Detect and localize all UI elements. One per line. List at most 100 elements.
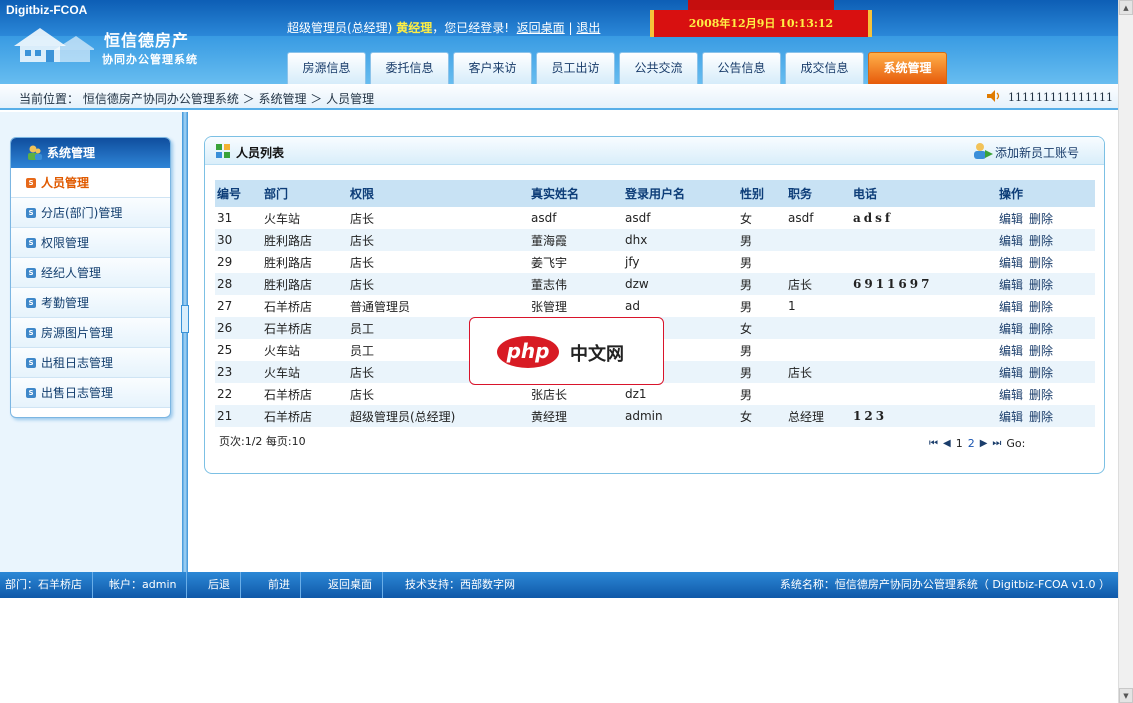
cell-role: 店长 <box>348 229 529 251</box>
footer-support: 技术支持：西部数字网 <box>405 578 515 591</box>
delete-link[interactable]: 删除 <box>1029 256 1053 270</box>
sidebar-item-rent-logs[interactable]: S 出租日志管理 <box>11 348 170 378</box>
edit-link[interactable]: 编辑 <box>999 278 1023 292</box>
add-user-icon[interactable] <box>973 142 993 160</box>
php-cn-watermark: php 中文网 <box>469 317 664 385</box>
delete-link[interactable]: 删除 <box>1029 278 1053 292</box>
sidebar-item-permissions[interactable]: S 权限管理 <box>11 228 170 258</box>
edit-link[interactable]: 编辑 <box>999 388 1023 402</box>
cell-actions: 编辑 删除 <box>997 361 1095 383</box>
scroll-up-icon[interactable]: ▲ <box>1119 0 1133 15</box>
forward-button[interactable]: 前进 <box>258 572 301 598</box>
footer-account: 帐户：admin <box>99 572 188 598</box>
edit-link[interactable]: 编辑 <box>999 300 1023 314</box>
col-id[interactable]: 编号 <box>215 180 262 207</box>
cell-sex: 男 <box>740 255 753 270</box>
cell-phone: 123 <box>851 405 997 427</box>
bullet-icon: S <box>26 298 36 308</box>
col-dept[interactable]: 部门 <box>262 180 348 207</box>
prev-page-icon[interactable]: ◀ <box>943 438 951 449</box>
delete-link[interactable]: 删除 <box>1029 322 1053 336</box>
first-page-icon[interactable]: ⏮ <box>929 438 938 449</box>
cell-id: 26 <box>215 317 262 339</box>
cell-actions: 编辑 删除 <box>997 383 1095 405</box>
sidebar-item-attendance[interactable]: S 考勤管理 <box>11 288 170 318</box>
col-title[interactable]: 职务 <box>786 180 851 207</box>
cell-real-name: 张店长 <box>531 387 568 402</box>
delete-link[interactable]: 删除 <box>1029 234 1053 248</box>
logout-link[interactable]: 退出 <box>576 21 600 35</box>
tab-announcements[interactable]: 公告信息 <box>702 52 781 84</box>
brand-code: Digitbiz-FCOA <box>6 3 88 17</box>
col-role[interactable]: 权限 <box>348 180 529 207</box>
cell-phone: 6911697 <box>851 273 997 295</box>
tab-staff-visits[interactable]: 员工出访 <box>536 52 615 84</box>
cell-actions: 编辑 删除 <box>997 339 1095 361</box>
edit-link[interactable]: 编辑 <box>999 234 1023 248</box>
sidebar-item-label: 权限管理 <box>41 236 90 250</box>
tab-client-visits[interactable]: 客户来访 <box>453 52 532 84</box>
sidebar-item-label: 考勤管理 <box>41 296 90 310</box>
status-bar: 部门：石羊桥店 帐户：admin 后退 前进 返回桌面 技术支持：西部数字网 系… <box>0 572 1118 598</box>
vertical-scrollbar[interactable]: ▲ ▼ <box>1118 0 1133 703</box>
tab-public-forum[interactable]: 公共交流 <box>619 52 698 84</box>
cell-title: 1 <box>788 299 796 313</box>
cell-phone <box>851 361 997 383</box>
sidebar-item-sale-logs[interactable]: S 出售日志管理 <box>11 378 170 408</box>
collapse-sidebar-handle[interactable] <box>181 305 189 333</box>
cell-dept: 石羊桥店 <box>264 299 313 314</box>
delete-link[interactable]: 删除 <box>1029 388 1053 402</box>
edit-link[interactable]: 编辑 <box>999 344 1023 358</box>
delete-link[interactable]: 删除 <box>1029 410 1053 424</box>
page-1: 1 <box>955 437 963 450</box>
edit-link[interactable]: 编辑 <box>999 410 1023 424</box>
next-page-icon[interactable]: ▶ <box>980 438 988 449</box>
edit-link[interactable]: 编辑 <box>999 212 1023 226</box>
cell-title: 店长 <box>786 273 851 295</box>
datetime-display: 2008年12月9日 10:13:12 <box>650 10 872 37</box>
sidebar-splitter[interactable] <box>182 112 188 572</box>
page-2-link[interactable]: 2 <box>968 437 975 450</box>
tab-system-management[interactable]: 系统管理 <box>868 52 947 84</box>
delete-link[interactable]: 删除 <box>1029 366 1053 380</box>
sidebar-title-label: 系统管理 <box>47 146 96 160</box>
back-button[interactable]: 后退 <box>198 572 241 598</box>
col-login[interactable]: 登录用户名 <box>623 180 738 207</box>
edit-link[interactable]: 编辑 <box>999 256 1023 270</box>
tab-entrust-info[interactable]: 委托信息 <box>370 52 449 84</box>
delete-link[interactable]: 删除 <box>1029 212 1053 226</box>
sidebar-item-branches[interactable]: S 分店(部门)管理 <box>11 198 170 228</box>
delete-link[interactable]: 删除 <box>1029 344 1053 358</box>
col-sex[interactable]: 性别 <box>738 180 786 207</box>
cell-actions: 编辑 删除 <box>997 229 1095 251</box>
go-to-page-label[interactable]: Go: <box>1006 437 1025 450</box>
scroll-down-icon[interactable]: ▼ <box>1119 688 1133 703</box>
cell-dept: 火车站 <box>264 211 301 226</box>
panel-title: 人员列表 <box>236 146 285 160</box>
footer-desktop-button[interactable]: 返回桌面 <box>318 572 383 598</box>
cell-real-name: 董海霞 <box>529 229 623 251</box>
cell-phone: adsf <box>853 211 894 225</box>
bullet-icon: S <box>26 238 36 248</box>
add-staff-account-link[interactable]: 添加新员工账号 <box>995 144 1079 161</box>
return-desktop-link[interactable]: 返回桌面 <box>517 21 565 35</box>
pagination: ⏮ ◀ 1 2 ▶ ⏭ Go: <box>929 437 1025 450</box>
cell-login: jfy <box>625 255 640 269</box>
welcome-role: 超级管理员(总经理) <box>287 21 393 35</box>
sidebar-item-agents[interactable]: S 经纪人管理 <box>11 258 170 288</box>
panel-header: 人员列表 添加新员工账号 <box>205 137 1104 165</box>
delete-link[interactable]: 删除 <box>1029 300 1053 314</box>
edit-link[interactable]: 编辑 <box>999 366 1023 380</box>
sidebar-item-staff[interactable]: S 人员管理 <box>11 168 170 198</box>
col-phone[interactable]: 电话 <box>851 180 997 207</box>
last-page-icon[interactable]: ⏭ <box>992 438 1001 449</box>
col-real-name[interactable]: 真实姓名 <box>529 180 623 207</box>
sidebar-item-property-photos[interactable]: S 房源图片管理 <box>11 318 170 348</box>
bullet-icon: S <box>26 268 36 278</box>
cell-phone <box>851 317 997 339</box>
page-info: 页次:1/2 每页:10 <box>219 435 306 448</box>
cell-id: 29 <box>217 255 233 269</box>
edit-link[interactable]: 编辑 <box>999 322 1023 336</box>
tab-property-info[interactable]: 房源信息 <box>287 52 366 84</box>
tab-deals[interactable]: 成交信息 <box>785 52 864 84</box>
